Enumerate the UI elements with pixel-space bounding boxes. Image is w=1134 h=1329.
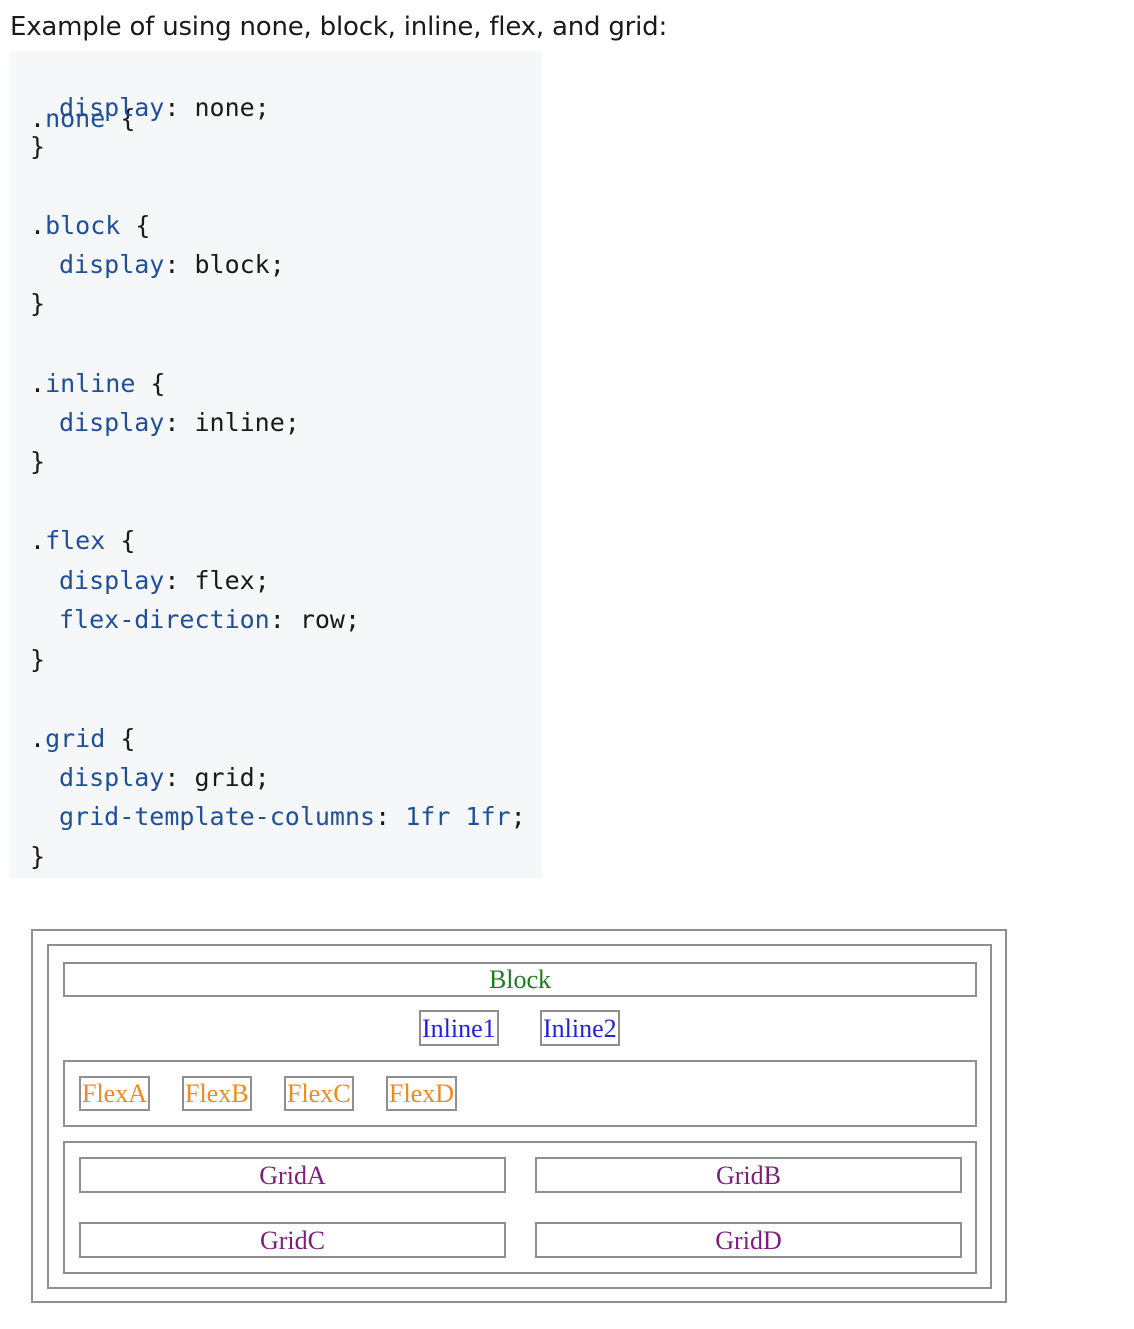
flex-item-d: FlexD [386, 1076, 457, 1111]
code-line-none-display: display: none; [59, 93, 270, 122]
code-line-block-display: display: block; [59, 250, 285, 279]
inline-element-1: Inline1 [419, 1010, 499, 1046]
value-inline: inline; [194, 408, 300, 437]
rendered-demo-outer: Block Inline1 Inline2 FlexA FlexB FlexC … [31, 929, 1007, 1303]
value-1fr: 1fr [405, 802, 451, 831]
grid-item-b: GridB [535, 1157, 962, 1193]
value-grid: grid; [194, 763, 270, 792]
block-element: Block [63, 962, 977, 997]
value-none: none; [194, 93, 270, 122]
property-grid-template-columns: grid-template-columns [59, 802, 376, 831]
inline-element-2: Inline2 [540, 1010, 620, 1046]
page-heading: Example of using none, block, inline, fl… [10, 12, 668, 42]
code-line-close-brace: } [30, 842, 46, 871]
property-display: display [59, 408, 165, 437]
value-row: row; [299, 605, 361, 634]
code-line-grid-template-columns: grid-template-columns: 1fr 1fr; [59, 802, 526, 831]
code-line-close-brace: } [30, 132, 46, 161]
property-flex-direction: flex-direction [59, 605, 270, 634]
value-flex: flex; [194, 566, 270, 595]
value-block: block; [194, 250, 285, 279]
rendered-demo-container: Block Inline1 Inline2 FlexA FlexB FlexC … [47, 944, 992, 1289]
semicolon: ; [510, 802, 526, 831]
code-line-flex-display: display: flex; [59, 566, 270, 595]
code-line-flex-direction: flex-direction: row; [59, 605, 361, 634]
grid-container: GridA GridB GridC GridD [63, 1141, 977, 1274]
code-line-flex-selector: .flex { [30, 526, 136, 555]
grid-item-a: GridA [79, 1157, 506, 1193]
grid-item-c: GridC [79, 1222, 506, 1258]
code-line-close-brace: } [30, 289, 46, 318]
property-display: display [59, 250, 165, 279]
selector-inline: inline [45, 369, 136, 398]
property-display: display [59, 93, 165, 122]
code-line-block-selector: .block { [30, 211, 151, 240]
code-line-close-brace: } [30, 645, 46, 674]
property-display: display [59, 566, 165, 595]
code-line-inline-selector: .inline { [30, 369, 166, 398]
selector-grid: grid [45, 724, 106, 753]
code-line-grid-display: display: grid; [59, 763, 270, 792]
code-line-grid-selector: .grid { [30, 724, 136, 753]
selector-flex: flex [45, 526, 106, 555]
flex-container: FlexA FlexB FlexC FlexD [63, 1060, 977, 1127]
property-display: display [59, 763, 165, 792]
grid-item-d: GridD [535, 1222, 962, 1258]
code-line-close-brace: } [30, 447, 46, 476]
selector-block: block [45, 211, 121, 240]
value-1fr: 1fr [465, 802, 511, 831]
flex-item-a: FlexA [79, 1076, 150, 1111]
flex-item-b: FlexB [182, 1076, 252, 1111]
css-code-block: .none { display: none; } .block { displa… [10, 51, 542, 878]
code-line-inline-display: display: inline; [59, 408, 300, 437]
flex-item-c: FlexC [284, 1076, 354, 1111]
